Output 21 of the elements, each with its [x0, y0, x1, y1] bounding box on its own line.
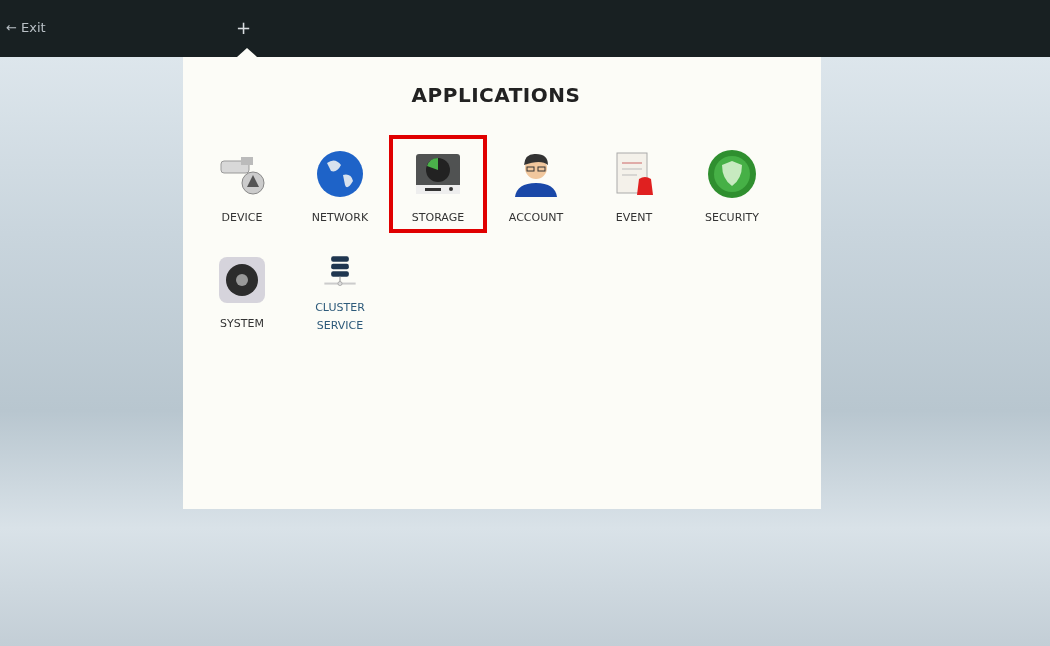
- app-label: DEVICE: [220, 210, 264, 226]
- app-label: STORAGE: [410, 210, 466, 226]
- app-label: SYSTEM: [219, 316, 265, 332]
- app-label: ACCOUNT: [507, 210, 565, 226]
- app-tile[interactable]: EVENT: [585, 135, 683, 233]
- app-tile[interactable]: CLUSTER SERVICE: [291, 241, 389, 339]
- app-label: NETWORK: [310, 210, 370, 226]
- add-button[interactable]: +: [236, 17, 252, 38]
- app-tile[interactable]: DEVICE: [193, 135, 291, 233]
- app-tile[interactable]: STORAGE: [389, 135, 487, 233]
- app-tile[interactable]: SECURITY: [683, 135, 781, 233]
- app-tile[interactable]: ACCOUNT: [487, 135, 585, 233]
- shield-icon: [707, 149, 757, 199]
- panel-title: APPLICATIONS: [410, 83, 582, 107]
- app-label: SECURITY: [704, 210, 760, 226]
- app-tile[interactable]: NETWORK: [291, 135, 389, 233]
- globe-icon: [315, 149, 365, 199]
- app-label: EVENT: [614, 210, 654, 226]
- app-tile[interactable]: SYSTEM: [193, 241, 291, 339]
- exit-button[interactable]: ← Exit: [6, 20, 236, 35]
- app-label: CLUSTER SERVICE: [314, 300, 366, 334]
